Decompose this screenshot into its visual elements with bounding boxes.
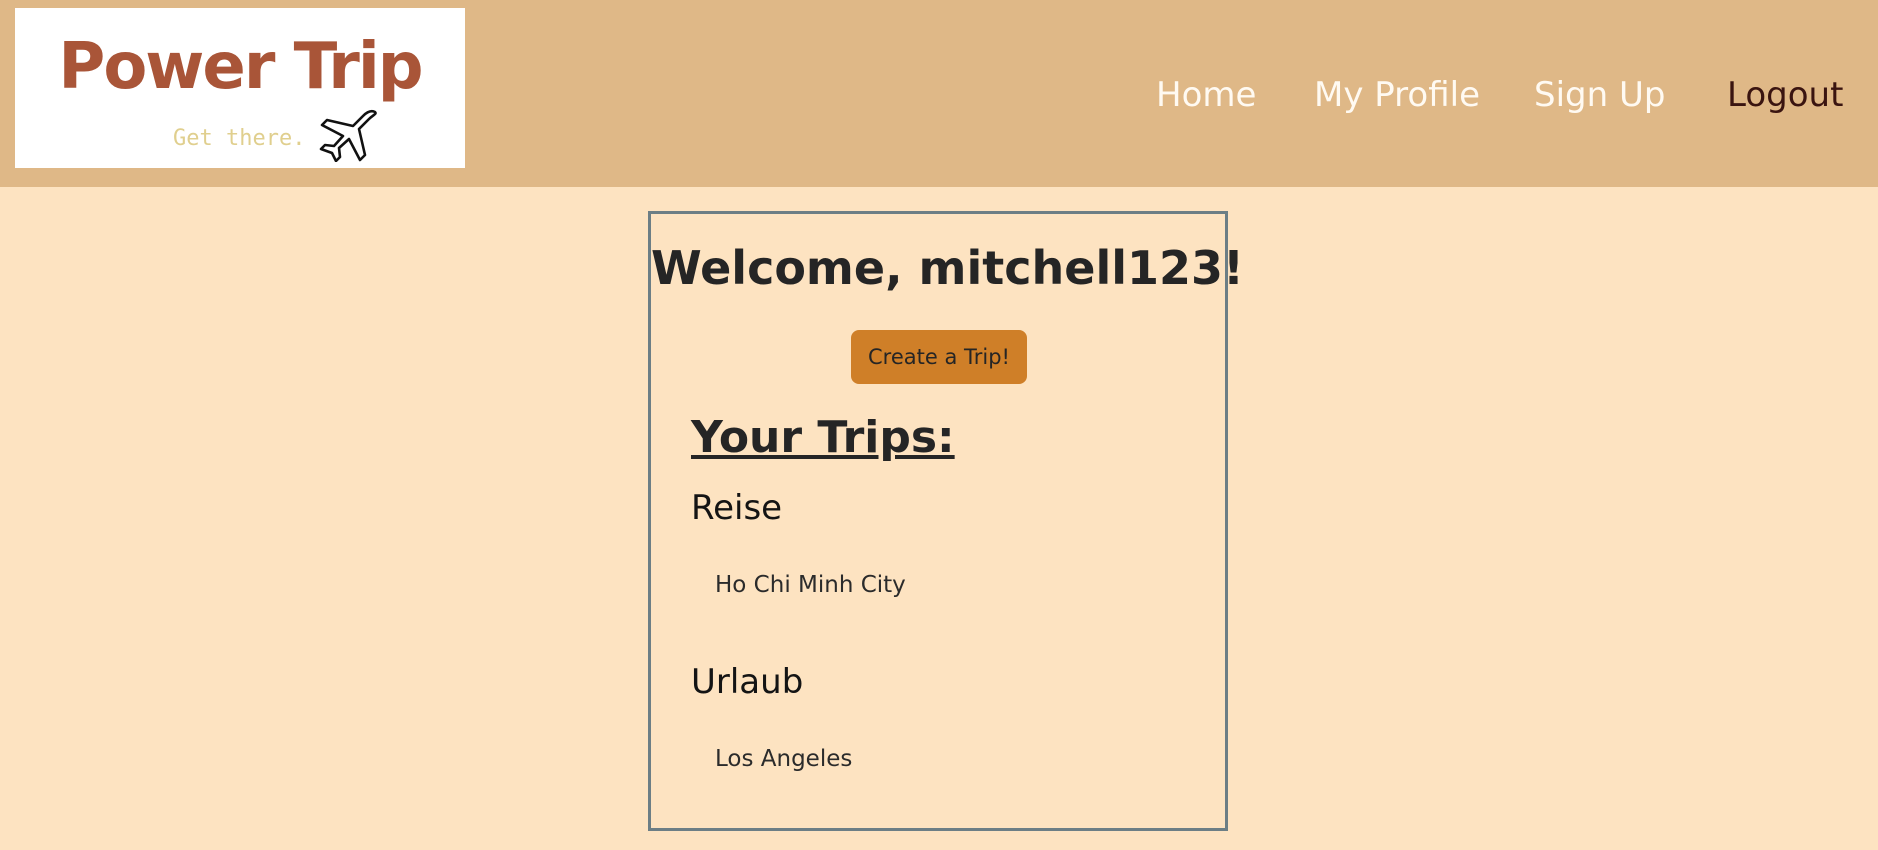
trip-destination: Ho Chi Minh City [715,572,906,598]
dashboard-card: Welcome, mitchell123! Create a Trip! You… [648,211,1244,831]
your-trips-heading: Your Trips: [691,412,955,463]
trip-name[interactable]: Reise [691,486,782,530]
logo[interactable]: Power Trip Get there. [15,8,465,168]
nav-logout[interactable]: Logout [1727,70,1843,120]
airplane-icon [319,109,377,162]
nav-home[interactable]: Home [1156,70,1256,120]
nav-my-profile[interactable]: My Profile [1314,70,1480,120]
trip-destination: Los Angeles [715,746,853,772]
logo-title: Power Trip [58,30,423,104]
nav-sign-up[interactable]: Sign Up [1534,70,1665,120]
welcome-heading: Welcome, mitchell123! [651,241,1244,295]
trip-name[interactable]: Urlaub [691,660,803,704]
site-header: Power Trip Get there. Home My Profile Si… [0,0,1878,187]
create-trip-button[interactable]: Create a Trip! [851,330,1027,384]
logo-tagline: Get there. [173,126,306,151]
